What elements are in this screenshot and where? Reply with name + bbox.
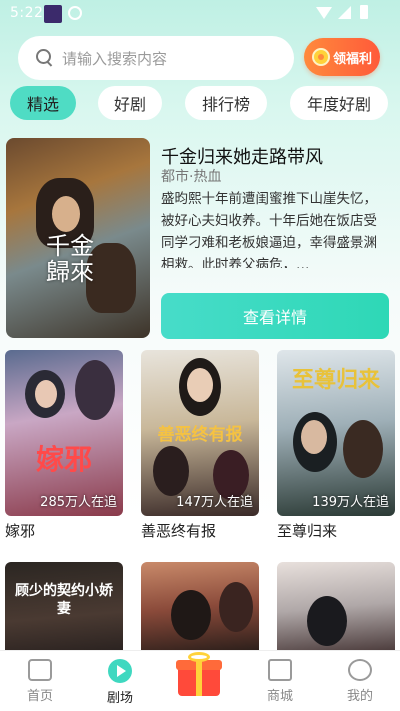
nav-label: 剧场 <box>106 691 133 706</box>
poster-face <box>52 196 80 232</box>
view-details-button[interactable]: 查看详情 <box>161 293 389 339</box>
sync-icon <box>68 6 82 20</box>
search-input[interactable]: 请输入搜索内容 <box>18 36 294 80</box>
nav-label: 商城 <box>266 689 293 704</box>
views-badge: 285万人在追 <box>40 495 117 510</box>
views-badge: 147万人在追 <box>176 495 253 510</box>
nav-label: 首页 <box>26 689 53 704</box>
featured-poster[interactable]: 千金歸來 <box>6 138 150 338</box>
drama-title[interactable]: 至尊归来 <box>277 520 395 541</box>
poster-figure <box>343 420 383 478</box>
poster-title: 千金歸來 <box>46 232 94 286</box>
drama-title[interactable]: 善恶终有报 <box>141 520 259 541</box>
drama-card[interactable]: 至尊归来 139万人在追 至尊归来 <box>277 350 395 541</box>
play-icon <box>108 659 132 683</box>
tab-featured[interactable]: 精选 <box>10 86 76 120</box>
details-button-label: 查看详情 <box>242 308 307 327</box>
poster-title: 顾少的契约小娇妻 <box>15 583 113 617</box>
tab-good-dramas[interactable]: 好剧 <box>98 86 162 120</box>
status-bar: 5:22 <box>0 0 400 28</box>
views-badge: 139万人在追 <box>312 495 389 510</box>
category-tabs: 精选 好剧 排行榜 年度好剧 <box>10 86 390 120</box>
poster-figure <box>75 360 115 420</box>
store-icon <box>268 659 292 681</box>
featured-description: 盛昀熙十年前遭闺蜜推下山崖失忆，被好心夫妇收养。十年后她在饭店受同学刁难和老板娘… <box>161 191 377 268</box>
tab-rankings[interactable]: 排行榜 <box>185 86 267 120</box>
status-time: 5:22 <box>10 5 44 21</box>
search-icon <box>36 49 54 67</box>
welfare-label: 领福利 <box>332 51 372 67</box>
tab-label: 年度好剧 <box>306 95 371 114</box>
tab-label: 排行榜 <box>201 95 250 114</box>
poster-figure <box>171 590 211 640</box>
search-placeholder: 请输入搜索内容 <box>62 49 168 68</box>
drama-card[interactable]: 嫁邪 285万人在追 嫁邪 <box>5 350 123 541</box>
gift-ribbon <box>196 660 202 696</box>
poster-face <box>301 420 327 454</box>
nav-theater[interactable]: 剧场 <box>90 659 150 706</box>
gift-bow <box>188 652 210 662</box>
wifi-icon <box>316 7 332 19</box>
welfare-button[interactable]: 领福利 <box>304 38 380 76</box>
app-notification-icon <box>44 5 62 23</box>
poster-face <box>35 380 57 408</box>
poster-title: 嫁邪 <box>35 443 92 476</box>
gift-icon[interactable] <box>176 652 222 698</box>
poster-face <box>187 368 213 402</box>
coin-icon <box>311 48 330 66</box>
tab-label: 好剧 <box>113 95 146 114</box>
home-icon <box>28 659 52 681</box>
poster-title: 至尊归来 <box>291 367 380 393</box>
poster-figure <box>153 446 189 496</box>
drama-poster[interactable]: 顾少的契约小娇妻 <box>5 562 123 652</box>
tab-annual-dramas[interactable]: 年度好剧 <box>290 86 388 120</box>
drama-poster[interactable] <box>277 562 395 652</box>
signal-icon <box>338 6 351 19</box>
featured-genre: 都市·热血 <box>161 169 222 185</box>
drama-poster[interactable]: 至尊归来 139万人在追 <box>277 350 395 516</box>
drama-poster[interactable]: 嫁邪 285万人在追 <box>5 350 123 516</box>
drama-poster[interactable] <box>141 562 259 652</box>
poster-figure <box>307 596 347 646</box>
nav-label: 我的 <box>346 689 373 704</box>
poster-title: 善恶终有报 <box>157 425 243 445</box>
nav-store[interactable]: 商城 <box>250 659 310 704</box>
tab-label: 精选 <box>26 95 59 114</box>
drama-card[interactable]: 善恶终有报 147万人在追 善恶终有报 <box>141 350 259 541</box>
battery-icon <box>360 5 368 19</box>
nav-me[interactable]: 我的 <box>330 659 390 704</box>
smile-icon <box>348 659 372 681</box>
drama-title[interactable]: 嫁邪 <box>5 520 123 541</box>
drama-poster[interactable]: 善恶终有报 147万人在追 <box>141 350 259 516</box>
nav-home[interactable]: 首页 <box>10 659 70 704</box>
poster-figure <box>219 582 253 632</box>
